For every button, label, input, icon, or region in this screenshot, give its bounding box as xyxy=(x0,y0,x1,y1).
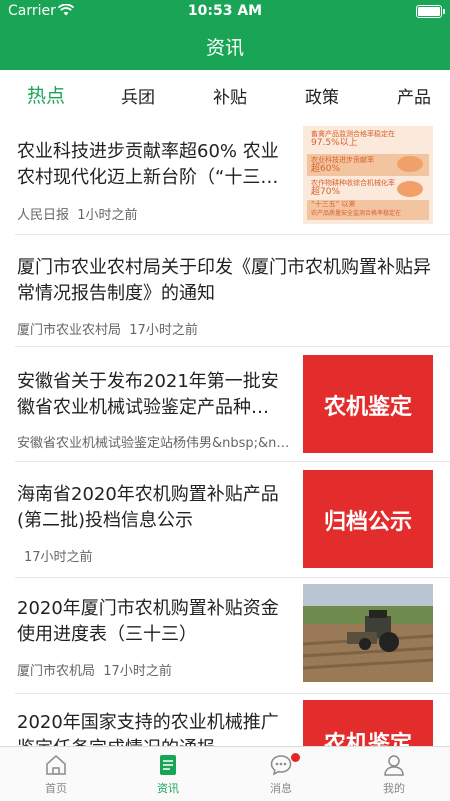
tab-hot[interactable]: 热点 xyxy=(16,81,76,108)
article-source: 厦门市农业农村局 xyxy=(17,323,122,338)
article-thumbnail: 归档公示 xyxy=(303,470,433,568)
tab-products[interactable]: 产品 xyxy=(384,83,444,108)
status-bar: Carrier 10:53 AM xyxy=(0,0,450,24)
article-source: 安徽省农业机械试验鉴定站杨伟男&nbsp;&n… xyxy=(17,436,290,451)
list-item[interactable]: 安徽省关于发布2021年第一批安徽省农业机械试验鉴定产品种… 安徽省农业机械试验… xyxy=(0,347,450,461)
article-time: 1小时之前 xyxy=(77,208,138,223)
pie-chart-icon xyxy=(397,156,423,172)
tabbar-messages[interactable]: 消息 xyxy=(225,747,337,801)
article-title: 厦门市农业农村局关于印发《厦门市农机购置补贴异常情况报告制度》的通知 xyxy=(17,257,431,304)
article-thumbnail: 农机鉴定 xyxy=(303,700,433,752)
tabbar-label: 消息 xyxy=(270,782,292,795)
header: Carrier 10:53 AM 资讯 xyxy=(0,0,450,70)
article-title: 安徽省关于发布2021年第一批安徽省农业机械试验鉴定产品种… xyxy=(17,371,279,418)
pie-chart-icon xyxy=(397,181,423,197)
article-title: 2020年厦门市农机购置补贴资金使用进度表（三十三） xyxy=(17,598,279,645)
thumb-text: 农产品质量安全监测合格率稳定在 xyxy=(311,210,402,217)
news-icon xyxy=(156,753,180,777)
bottom-tab-bar: 首页 资讯 消息 我的 xyxy=(0,746,450,801)
thumb-text: 97.5%以上 xyxy=(311,138,358,148)
article-source: 厦门市农机局 xyxy=(17,664,96,679)
tabbar-label: 资讯 xyxy=(157,782,179,795)
battery-icon xyxy=(416,5,445,18)
tabbar-label: 我的 xyxy=(383,782,405,795)
tabbar-news[interactable]: 资讯 xyxy=(112,747,224,801)
article-thumbnail: 畜禽产品监测合格率稳定在 97.5%以上 农业科技进步贡献率 超60% 农作物耕… xyxy=(303,126,433,224)
thumb-label: 归档公示 xyxy=(323,510,412,535)
clock: 10:53 AM xyxy=(187,3,263,19)
tractor-photo xyxy=(303,584,433,682)
page-title: 资讯 xyxy=(205,37,244,59)
list-item[interactable]: 2020年厦门市农机购置补贴资金使用进度表（三十三） 厦门市农机局 17小时之前 xyxy=(0,578,450,693)
tab-subsidy[interactable]: 补贴 xyxy=(200,83,260,108)
article-title: 2020年国家支持的农业机械推广鉴定任务完成情况的通报 xyxy=(17,712,279,746)
tabbar-profile[interactable]: 我的 xyxy=(338,747,450,801)
article-time: 17小时之前 xyxy=(24,550,93,565)
list-item[interactable]: 2020年国家支持的农业机械推广鉴定任务完成情况的通报 农机鉴定 xyxy=(0,694,450,754)
list-item[interactable]: 海南省2020年农机购置补贴产品(第二批)投档信息公示 17小时之前 归档公示 xyxy=(0,462,450,577)
thumb-text: “十三五” 以来 xyxy=(311,200,356,208)
message-icon xyxy=(269,753,293,777)
article-thumbnail: 农机鉴定 xyxy=(303,355,433,453)
notification-badge xyxy=(291,753,300,762)
list-item[interactable]: 厦门市农业农村局关于印发《厦门市农机购置补贴异常情况报告制度》的通知 厦门市农业… xyxy=(0,235,450,345)
profile-icon xyxy=(382,753,406,777)
article-time: 17小时之前 xyxy=(129,323,198,338)
article-meta: 厦门市农机局 17小时之前 xyxy=(17,660,172,679)
article-title: 海南省2020年农机购置补贴产品(第二批)投档信息公示 xyxy=(17,484,279,531)
article-source: 人民日报 xyxy=(17,208,70,223)
article-thumbnail xyxy=(303,584,433,682)
thumb-label: 农机鉴定 xyxy=(323,395,412,420)
home-icon xyxy=(44,753,68,777)
article-meta: 安徽省农业机械试验鉴定站杨伟男&nbsp;&n… xyxy=(17,432,293,451)
article-meta: 厦门市农业农村局 17小时之前 xyxy=(17,319,198,338)
article-title: 农业科技进步贡献率超60% 农业农村现代化迈上新台阶（“十三… xyxy=(17,141,279,188)
category-tabs: 热点 兵团 补贴 政策 产品 xyxy=(0,70,450,118)
article-time: 17小时之前 xyxy=(103,664,172,679)
thumb-text: 超70% xyxy=(311,187,341,197)
list-item[interactable]: 农业科技进步贡献率超60% 农业农村现代化迈上新台阶（“十三… 人民日报 1小时… xyxy=(0,118,450,233)
article-meta: 17小时之前 xyxy=(24,546,93,565)
tabbar-label: 首页 xyxy=(45,782,67,795)
tab-policy[interactable]: 政策 xyxy=(292,83,352,108)
tabbar-home[interactable]: 首页 xyxy=(0,747,112,801)
tab-bingtuan[interactable]: 兵团 xyxy=(108,83,168,108)
article-meta: 人民日报 1小时之前 xyxy=(17,204,138,223)
thumb-text: 超60% xyxy=(311,164,341,174)
